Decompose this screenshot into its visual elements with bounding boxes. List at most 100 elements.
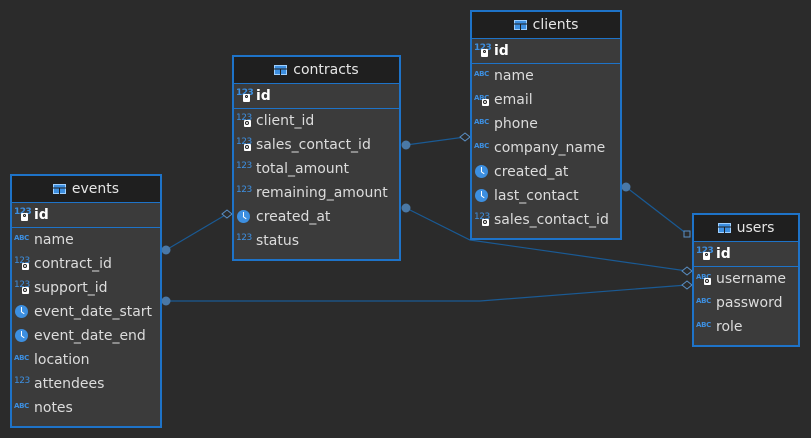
column-name: remaining_amount — [256, 185, 388, 201]
entity-header[interactable]: events — [12, 176, 160, 203]
link-events-contract_id-contracts[interactable] — [165, 213, 228, 251]
table-icon — [717, 223, 731, 233]
column-row[interactable]: ABC role — [694, 315, 798, 339]
column-name: role — [716, 319, 743, 335]
entity-users[interactable]: users 123 id ABC username ABC password ABC role — [692, 213, 800, 347]
table-icon — [52, 184, 66, 194]
number-key-icon: 123 — [14, 207, 32, 222]
column-name: contract_id — [34, 256, 112, 272]
clock-icon — [14, 305, 32, 319]
primary-key-column[interactable]: 123 id — [694, 242, 798, 267]
entity-header[interactable]: clients — [472, 12, 620, 39]
column-row[interactable]: 123 remaining_amount — [234, 181, 399, 205]
column-row[interactable]: 123 attendees — [12, 372, 160, 396]
text-icon: ABC — [14, 234, 29, 242]
number-key-icon: 123 — [696, 246, 714, 261]
column-name: sales_contact_id — [494, 212, 609, 228]
column-name: event_date_start — [34, 304, 153, 320]
column-name: created_at — [494, 164, 569, 180]
primary-key-column[interactable]: 123 id — [12, 203, 160, 228]
text-icon: ABC — [474, 142, 489, 150]
primary-key-column[interactable]: 123 id — [234, 84, 399, 109]
entity-title: users — [736, 220, 775, 236]
column-row[interactable]: ABC email — [472, 88, 620, 112]
number-icon: 123 — [236, 161, 252, 171]
column-row[interactable]: ABC company_name — [472, 136, 620, 160]
column-row[interactable]: last_contact — [472, 184, 620, 208]
column-row[interactable]: ABC name — [472, 64, 620, 88]
column-row[interactable]: ABC notes — [12, 396, 160, 420]
column-name: password — [716, 295, 783, 311]
column-row[interactable]: ABC password — [694, 291, 798, 315]
link-events-support_id-users[interactable] — [166, 284, 688, 302]
number-fk-icon: 123 — [236, 137, 254, 152]
column-row[interactable]: ABC name — [12, 228, 160, 252]
entity-events[interactable]: events 123 id ABC name 123 contract_id 123 supp… — [10, 174, 162, 428]
column-row[interactable]: 123 sales_contact_id — [234, 133, 399, 157]
number-icon: 123 — [236, 185, 252, 195]
column-row[interactable]: event_date_end — [12, 324, 160, 348]
column-name: sales_contact_id — [256, 137, 371, 153]
link-clients-sales_contact_id-users[interactable] — [625, 186, 688, 235]
column-name: location — [34, 352, 90, 368]
number-fk-icon: 123 — [14, 280, 32, 295]
column-row[interactable]: 123 status — [234, 229, 399, 253]
column-row[interactable]: ABC phone — [472, 112, 620, 136]
entity-header[interactable]: users — [694, 215, 798, 242]
column-name: company_name — [494, 140, 606, 156]
column-name: phone — [494, 116, 538, 132]
column-name: event_date_end — [34, 328, 146, 344]
entity-title: contracts — [293, 62, 359, 78]
er-diagram-canvas: contracts 123 id 123 client_id 123 sales_cont… — [0, 0, 811, 438]
text-icon: ABC — [14, 354, 29, 362]
clock-icon — [474, 189, 492, 203]
number-icon: 123 — [14, 376, 30, 386]
text-icon: ABC — [696, 297, 711, 305]
column-name: id — [494, 43, 509, 59]
column-name: client_id — [256, 113, 315, 129]
column-name: total_amount — [256, 161, 350, 177]
column-name: id — [716, 246, 731, 262]
text-icon: ABC — [474, 118, 489, 126]
clock-icon — [474, 165, 492, 179]
entity-clients[interactable]: clients 123 id ABC name ABC email ABC phone ABC c… — [470, 10, 622, 240]
primary-key-column[interactable]: 123 id — [472, 39, 620, 64]
text-icon: ABC — [696, 321, 711, 329]
column-name: attendees — [34, 376, 105, 392]
column-row[interactable]: 123 client_id — [234, 109, 399, 133]
column-row[interactable]: event_date_start — [12, 300, 160, 324]
text-key-icon: ABC — [474, 93, 492, 107]
column-name: username — [716, 271, 786, 287]
entity-header[interactable]: contracts — [234, 57, 399, 84]
column-row[interactable]: created_at — [234, 205, 399, 229]
column-name: id — [256, 88, 271, 104]
number-fk-icon: 123 — [474, 212, 492, 227]
column-name: created_at — [256, 209, 331, 225]
column-name: support_id — [34, 280, 108, 296]
clock-icon — [236, 210, 254, 224]
column-row[interactable]: ABC location — [12, 348, 160, 372]
entity-title: events — [71, 181, 120, 197]
column-row[interactable]: 123 sales_contact_id — [472, 208, 620, 232]
number-key-icon: 123 — [474, 43, 492, 58]
column-name: name — [34, 232, 74, 248]
link-contracts-client_id-clients[interactable] — [405, 136, 466, 146]
column-name: email — [494, 92, 533, 108]
table-icon — [274, 65, 288, 75]
table-icon — [513, 20, 527, 30]
text-icon: ABC — [474, 70, 489, 78]
column-name: notes — [34, 400, 73, 416]
column-name: last_contact — [494, 188, 579, 204]
column-name: name — [494, 68, 534, 84]
text-key-icon: ABC — [696, 272, 714, 286]
entity-title: clients — [532, 17, 579, 33]
column-row[interactable]: 123 support_id — [12, 276, 160, 300]
column-row[interactable]: 123 total_amount — [234, 157, 399, 181]
column-row[interactable]: ABC username — [694, 267, 798, 291]
column-row[interactable]: 123 contract_id — [12, 252, 160, 276]
column-row[interactable]: created_at — [472, 160, 620, 184]
text-icon: ABC — [14, 402, 29, 410]
number-icon: 123 — [236, 233, 252, 243]
entity-contracts[interactable]: contracts 123 id 123 client_id 123 sales_cont… — [232, 55, 401, 261]
number-fk-icon: 123 — [14, 256, 32, 271]
